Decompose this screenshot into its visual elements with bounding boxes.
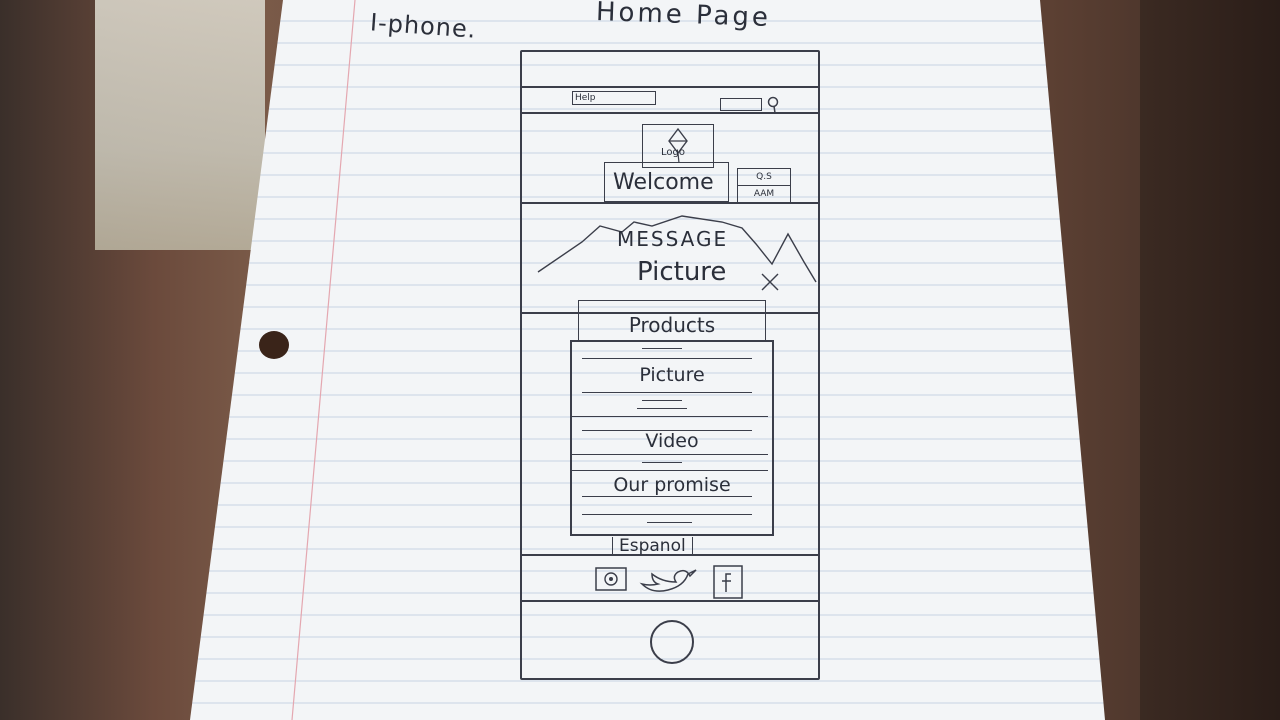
logo-icon: [668, 127, 688, 164]
binder-hole: [259, 331, 289, 359]
divider: [582, 392, 752, 393]
espanol-link[interactable]: Espanol: [612, 537, 693, 555]
divider: [582, 358, 752, 359]
divider: [582, 496, 752, 497]
secondary-input[interactable]: [720, 98, 762, 111]
divider: [582, 514, 752, 515]
lang-button[interactable]: AAM: [738, 186, 790, 202]
facebook-icon[interactable]: [712, 564, 746, 600]
divider: [642, 400, 682, 401]
divider: [642, 462, 682, 463]
divider: [642, 348, 682, 349]
home-button[interactable]: [650, 620, 694, 664]
divider: [637, 408, 687, 409]
language-buttons: Q.S AAM: [737, 168, 791, 204]
divider: [647, 522, 692, 523]
divider: [572, 454, 768, 455]
divider: [522, 600, 818, 602]
hero-picture: Picture: [637, 257, 727, 287]
search-icon[interactable]: [767, 96, 781, 114]
logo-label: Logo: [661, 147, 685, 158]
list-item-picture[interactable]: Picture: [572, 364, 772, 386]
search-input[interactable]: Help: [572, 91, 656, 105]
list-item-video[interactable]: Video: [572, 430, 772, 452]
welcome-banner: Welcome: [604, 162, 729, 202]
divider: [522, 86, 818, 88]
phone-wireframe: Help Logo Welcome Q.S AAM MESSAGE Pictur: [520, 50, 820, 680]
divider: [572, 470, 768, 471]
products-list: Picture Video Our promise: [570, 340, 774, 536]
instagram-icon[interactable]: [594, 564, 630, 594]
divider: [572, 416, 768, 417]
lang-button[interactable]: Q.S: [738, 169, 790, 186]
twitter-icon[interactable]: [638, 564, 700, 598]
hero-message: MESSAGE: [617, 227, 729, 251]
products-heading: Products: [578, 300, 766, 341]
notebook-paper: Home Page I-phone. Help Logo Welcome Q.S: [0, 0, 1280, 720]
list-item-our-promise[interactable]: Our promise: [572, 474, 772, 496]
